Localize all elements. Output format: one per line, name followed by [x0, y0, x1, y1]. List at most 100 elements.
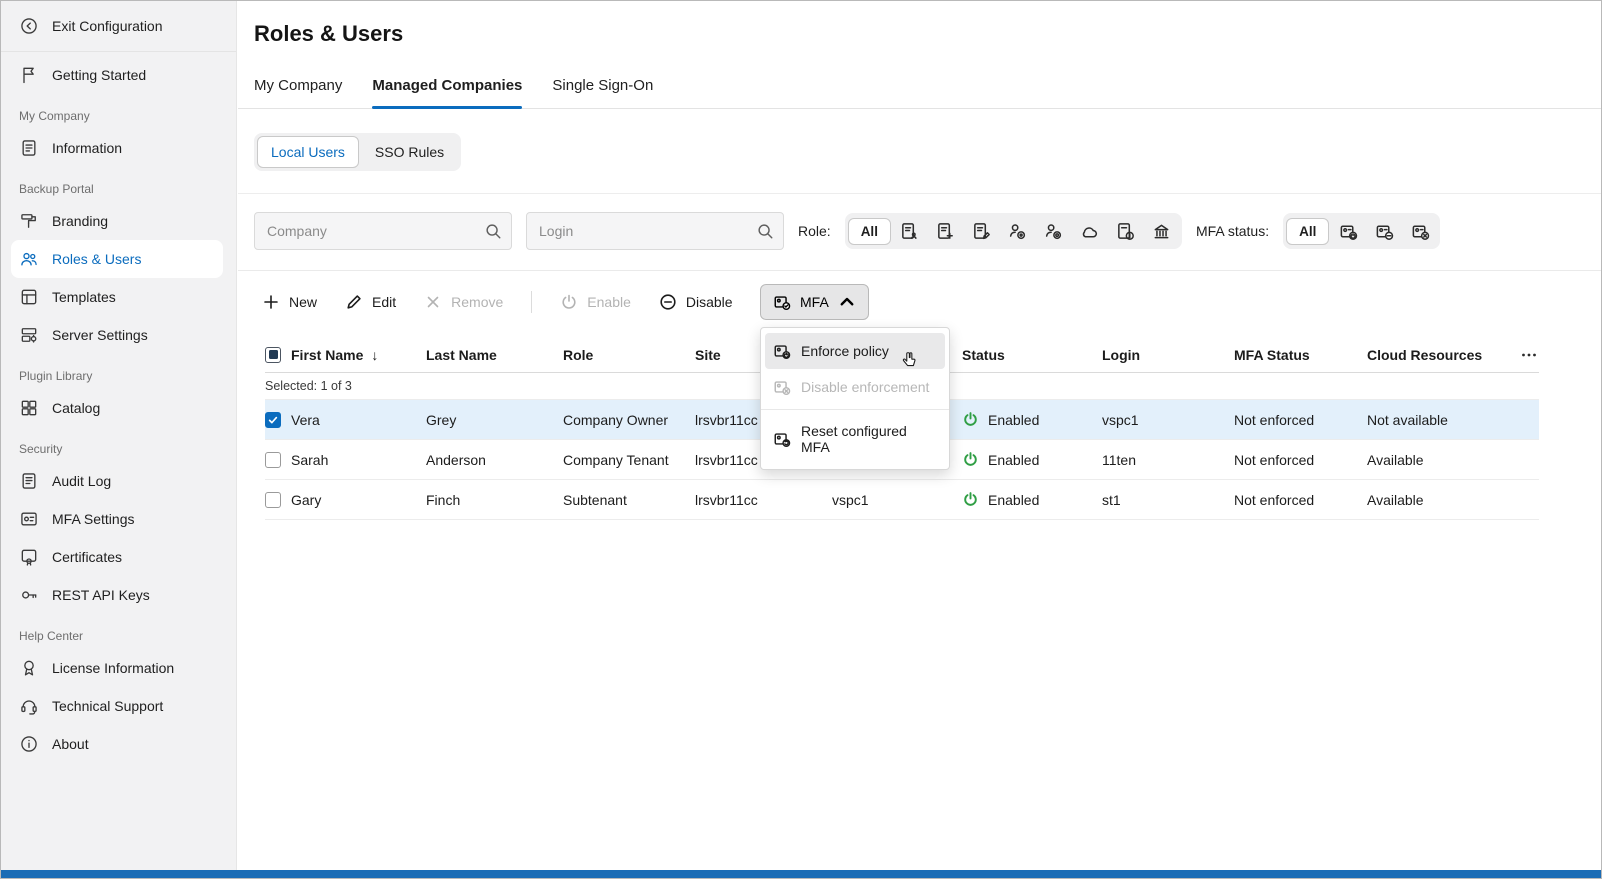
cell-cloud-resources: Available [1367, 452, 1497, 468]
mfa-not-enforced-icon[interactable] [1367, 216, 1401, 246]
exit-configuration-button[interactable]: Exit Configuration [1, 7, 236, 45]
edit-button[interactable]: Edit [345, 293, 396, 311]
sidebar-section-backup-portal: Backup Portal [1, 167, 236, 202]
menu-item-disable-enforcement[interactable]: Disable enforcement [765, 369, 945, 405]
company-search-input[interactable] [254, 212, 512, 250]
mfa-status-filter-all[interactable]: All [1286, 218, 1329, 245]
sidebar-item-technical-support[interactable]: Technical Support [1, 687, 236, 725]
sidebar-item-certificates[interactable]: Certificates [1, 538, 236, 576]
mfa-status-filter-label: MFA status: [1196, 223, 1269, 239]
column-options-icon[interactable] [1519, 345, 1539, 365]
sidebar: Exit Configuration Getting Started My Co… [1, 1, 237, 870]
disable-button[interactable]: Disable [659, 293, 733, 311]
row-checkbox[interactable] [265, 492, 281, 508]
tab-managed-companies[interactable]: Managed Companies [372, 77, 522, 108]
mfa-dropdown-wrap: MFA Enforce policy Disable enforcement [760, 284, 869, 320]
cell-company: vspc1 [832, 492, 962, 508]
sort-desc-icon[interactable]: ↓ [371, 348, 378, 362]
sidebar-item-templates[interactable]: Templates [1, 278, 236, 316]
sidebar-item-label: Information [52, 140, 122, 156]
sidebar-item-about[interactable]: About [1, 725, 236, 763]
sidebar-item-catalog[interactable]: Catalog [1, 389, 236, 427]
exit-configuration-section: Exit Configuration [1, 7, 236, 52]
cell-mfa-status: Not enforced [1234, 492, 1367, 508]
sidebar-item-getting-started[interactable]: Getting Started [1, 56, 236, 94]
login-search-input[interactable] [526, 212, 784, 250]
role-doc-pen-icon[interactable] [965, 216, 999, 246]
power-on-icon [962, 491, 979, 508]
users-icon [19, 249, 39, 269]
cell-role: Company Owner [563, 412, 695, 428]
cell-cloud-resources: Not available [1367, 412, 1497, 428]
sidebar-item-mfa-settings[interactable]: MFA Settings [1, 500, 236, 538]
new-button[interactable]: New [262, 293, 317, 311]
row-checkbox[interactable] [265, 452, 281, 468]
tab-single-sign-on[interactable]: Single Sign-On [552, 77, 653, 108]
select-all-checkbox[interactable] [265, 347, 281, 363]
column-login[interactable]: Login [1102, 347, 1234, 363]
role-user-gear-icon[interactable] [1001, 216, 1035, 246]
paint-roller-icon [19, 211, 39, 231]
chevron-up-icon [838, 293, 856, 311]
template-icon [19, 287, 39, 307]
tab-bar: My Company Managed Companies Single Sign… [238, 77, 1601, 109]
role-cloud-icon[interactable] [1073, 216, 1107, 246]
cell-mfa-status: Not enforced [1234, 412, 1367, 428]
cell-login: vspc1 [1102, 412, 1234, 428]
column-mfa-status[interactable]: MFA Status [1234, 347, 1367, 363]
column-cloud-resources[interactable]: Cloud Resources [1367, 347, 1497, 363]
reset-mfa-icon [773, 430, 791, 448]
remove-button[interactable]: Remove [424, 293, 503, 311]
mfa-enabled-icon[interactable] [1331, 216, 1365, 246]
role-bank-icon[interactable] [1145, 216, 1179, 246]
cell-status: Enabled [962, 451, 1102, 468]
cell-site: lrsvbr11cc [695, 492, 832, 508]
sidebar-item-branding[interactable]: Branding [1, 202, 236, 240]
page-title: Roles & Users [238, 1, 1601, 47]
mfa-disabled-icon[interactable] [1403, 216, 1437, 246]
app-window: Exit Configuration Getting Started My Co… [0, 0, 1602, 879]
mfa-card-icon [19, 509, 39, 529]
role-filter-label: Role: [798, 223, 831, 239]
role-user-at-icon[interactable] [1037, 216, 1071, 246]
sidebar-item-information[interactable]: Information [1, 129, 236, 167]
mfa-icon [773, 293, 791, 311]
cell-last-name: Grey [426, 412, 563, 428]
bottom-bar [1, 870, 1601, 878]
cell-role: Company Tenant [563, 452, 695, 468]
menu-item-reset-configured-mfa[interactable]: Reset configured MFA [765, 414, 945, 464]
sidebar-item-roles-users[interactable]: Roles & Users [11, 240, 223, 278]
mfa-button[interactable]: MFA [760, 284, 869, 320]
headset-icon [19, 696, 39, 716]
sidebar-item-server-settings[interactable]: Server Settings [1, 316, 236, 354]
sidebar-item-rest-api-keys[interactable]: REST API Keys [1, 576, 236, 614]
role-doc-user-icon[interactable] [893, 216, 927, 246]
enforce-policy-icon [773, 342, 791, 360]
row-checkbox[interactable] [265, 412, 281, 428]
sidebar-item-label: Catalog [52, 400, 100, 416]
tab-my-company[interactable]: My Company [254, 77, 342, 108]
cell-status: Enabled [962, 411, 1102, 428]
main-content: Roles & Users My Company Managed Compani… [238, 1, 1601, 870]
column-status[interactable]: Status [962, 347, 1102, 363]
sidebar-item-audit-log[interactable]: Audit Log [1, 462, 236, 500]
table-row-gary[interactable]: Gary Finch Subtenant lrsvbr11cc vspc1 En… [265, 480, 1539, 520]
enable-button[interactable]: Enable [560, 293, 631, 311]
column-last-name[interactable]: Last Name [426, 347, 563, 363]
role-doc-dollar-icon[interactable] [1109, 216, 1143, 246]
sidebar-item-label: Roles & Users [52, 251, 141, 267]
toggle-sso-rules[interactable]: SSO Rules [361, 136, 458, 168]
toolbar-divider [531, 291, 532, 313]
sidebar-item-label: About [52, 736, 89, 752]
sidebar-item-label: License Information [52, 660, 174, 676]
column-first-name[interactable]: First Name↓ [291, 347, 426, 363]
sidebar-item-license-information[interactable]: License Information [1, 649, 236, 687]
cell-status: Enabled [962, 491, 1102, 508]
column-role[interactable]: Role [563, 347, 695, 363]
cell-mfa-status: Not enforced [1234, 452, 1367, 468]
role-doc-plus-icon[interactable] [929, 216, 963, 246]
role-filter-all[interactable]: All [848, 218, 891, 245]
menu-item-enforce-policy[interactable]: Enforce policy [765, 333, 945, 369]
cell-first-name: Vera [291, 412, 426, 428]
toggle-local-users[interactable]: Local Users [257, 136, 359, 168]
